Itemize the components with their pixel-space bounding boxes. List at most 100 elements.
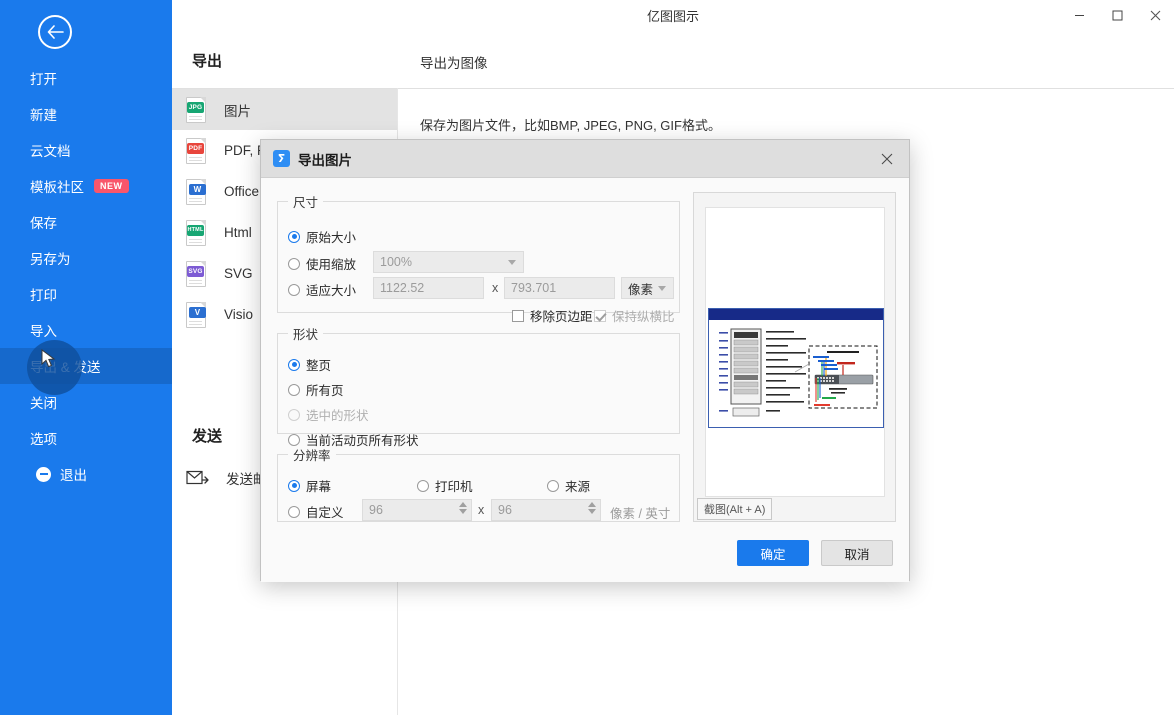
preview-diagram-title-bar (709, 309, 883, 320)
scale-value: 100% (380, 255, 412, 269)
radio-label: 整页 (306, 359, 332, 373)
radio-mark (288, 479, 300, 492)
stepper-arrows[interactable] (588, 502, 596, 514)
dpi-y-stepper[interactable]: 96 (491, 499, 601, 521)
minimize-button[interactable] (1060, 0, 1098, 30)
sidebar-item-options[interactable]: 选项 (0, 420, 172, 456)
stepper-arrows[interactable] (459, 502, 467, 514)
stepper-down-icon (588, 509, 596, 514)
export-item-image[interactable]: JPG 图片 (172, 89, 397, 130)
minus-circle-icon (36, 466, 51, 482)
dialog-footer: 确定 取消 (261, 524, 909, 582)
app-logo-icon: ⵢ (273, 150, 290, 167)
radio-label: 适应大小 (306, 284, 357, 298)
sidebar-item-cloud-docs[interactable]: 云文档 (0, 132, 172, 168)
back-button[interactable] (38, 15, 72, 49)
cancel-button[interactable]: 取消 (821, 540, 893, 566)
width-value: 1122.52 (380, 281, 425, 295)
radio-whole-page[interactable]: 整页 (288, 355, 331, 374)
dpi-x-separator: x (478, 503, 485, 517)
sidebar-item-new[interactable]: 新建 (0, 96, 172, 132)
size-group: 尺寸 原始大小 使用缩放 100% 适应大小 1122.52 x 793.701… (277, 192, 680, 324)
preview-diagram (708, 308, 884, 428)
height-value: 793.701 (511, 281, 557, 295)
radio-mark (288, 383, 300, 396)
resolution-group: 分辨率 屏幕 打印机 来源 自定义 96 x 96 像素 / 英寸 (277, 445, 680, 522)
sidebar-item-save[interactable]: 保存 (0, 204, 172, 240)
dialog-title-bar: ⵢ 导出图片 (261, 140, 909, 178)
scale-combobox[interactable]: 100% (373, 251, 524, 273)
radio-screen[interactable]: 屏幕 (288, 476, 331, 495)
radio-mark (417, 479, 429, 492)
radio-original-size[interactable]: 原始大小 (288, 227, 356, 246)
maximize-icon (1112, 10, 1122, 20)
close-button[interactable] (1136, 0, 1174, 30)
sidebar-item-label: 退出 (60, 468, 87, 483)
unit-combobox[interactable]: 像素 (621, 277, 674, 299)
radio-mark (288, 433, 300, 446)
sidebar-item-label: 打印 (30, 288, 57, 303)
sidebar-item-label: 关闭 (30, 396, 57, 411)
maximize-button[interactable] (1098, 0, 1136, 30)
pane-header: 导出 导出为图像 (172, 30, 1174, 88)
chevron-down-icon (508, 260, 516, 265)
sidebar-item-export-send[interactable]: 导出 & 发送 (0, 348, 172, 384)
radio-label: 自定义 (306, 506, 344, 520)
backstage-sidebar: 打开 新建 云文档 模板社区 NEW 保存 另存为 打印 导入 导出 & 发送 … (0, 0, 172, 715)
sidebar-item-label: 保存 (30, 216, 57, 231)
radio-use-scale[interactable]: 使用缩放 (288, 254, 356, 273)
keep-aspect-ratio-checkbox: 保持纵横比 (594, 306, 675, 325)
close-icon (881, 153, 893, 164)
sidebar-item-print[interactable]: 打印 (0, 276, 172, 312)
export-item-label: Html (224, 225, 252, 240)
sidebar-item-close[interactable]: 关闭 (0, 384, 172, 420)
radio-label: 使用缩放 (306, 258, 357, 272)
radio-source[interactable]: 来源 (547, 476, 590, 495)
pdf-file-icon: PDF (186, 137, 208, 164)
remove-page-margin-checkbox[interactable]: 移除页边距 (512, 306, 593, 325)
shape-group: 形状 整页 所有页 选中的形状 当前活动页所有形状 (277, 324, 680, 448)
new-badge: NEW (94, 179, 129, 193)
export-item-label: Office (224, 184, 260, 199)
radio-label: 选中的形状 (306, 409, 369, 423)
radio-printer[interactable]: 打印机 (417, 476, 473, 495)
export-as-image-heading: 导出为图像 (420, 56, 488, 71)
radio-custom-dpi[interactable]: 自定义 (288, 502, 344, 521)
sidebar-item-label: 新建 (30, 108, 57, 123)
screenshot-tooltip: 截图(Alt + A) (697, 498, 773, 520)
radio-all-pages[interactable]: 所有页 (288, 380, 344, 399)
sidebar-item-label: 选项 (30, 432, 57, 447)
radio-label: 来源 (565, 480, 591, 494)
size-group-legend: 尺寸 (293, 196, 319, 210)
sidebar-item-label: 另存为 (30, 252, 71, 267)
radio-label: 原始大小 (306, 231, 357, 245)
sidebar-item-save-as[interactable]: 另存为 (0, 240, 172, 276)
radio-fit-size[interactable]: 适应大小 (288, 280, 356, 299)
radio-mark (288, 230, 300, 243)
stepper-up-icon (459, 502, 467, 507)
checkbox-box (594, 309, 606, 322)
window-title: 亿图图示 (646, 8, 699, 24)
dpi-y-value: 96 (498, 503, 512, 517)
sidebar-item-label: 打开 (30, 72, 57, 87)
sidebar-item-open[interactable]: 打开 (0, 60, 172, 96)
dialog-close-button[interactable] (873, 146, 901, 172)
chevron-down-icon (658, 286, 666, 291)
dpi-x-stepper[interactable]: 96 (362, 499, 472, 521)
radio-mark (288, 408, 300, 421)
sidebar-item-exit[interactable]: 退出 (0, 456, 172, 492)
export-image-dialog: ⵢ 导出图片 尺寸 原始大小 使用缩放 100% 适应大小 1122.52 x … (260, 139, 910, 582)
sidebar-item-template-community[interactable]: 模板社区 NEW (0, 168, 172, 204)
dpi-unit-label: 像素 / 英寸 (610, 507, 671, 521)
export-heading: 导出 (192, 53, 223, 70)
height-input[interactable]: 793.701 (504, 277, 615, 299)
sidebar-item-label: 云文档 (30, 144, 71, 159)
shape-group-legend: 形状 (293, 328, 319, 342)
width-input[interactable]: 1122.52 (373, 277, 484, 299)
ok-button[interactable]: 确定 (737, 540, 809, 566)
sidebar-item-import[interactable]: 导入 (0, 312, 172, 348)
export-preview-panel[interactable]: 截图(Alt + A) (693, 192, 896, 522)
export-item-label: SVG (224, 266, 253, 281)
visio-file-icon: V (186, 301, 208, 328)
preview-diagram-content (719, 328, 878, 417)
